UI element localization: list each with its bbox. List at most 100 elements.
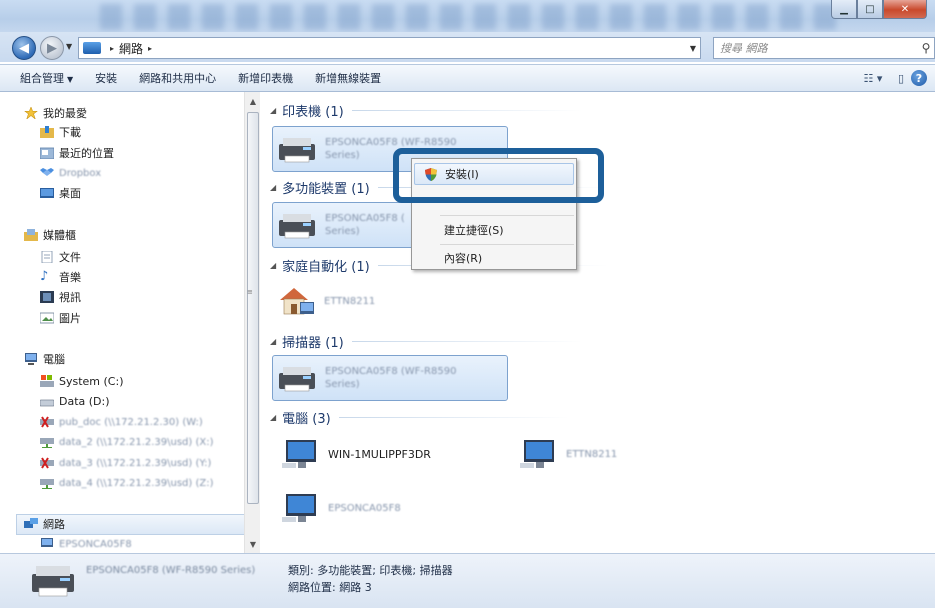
address-row: ◀ ▶ ▼ ▸ 網路 ▸ ▼ 搜尋 網路 ⚲: [0, 32, 935, 62]
collapse-triangle-icon[interactable]: ◢: [270, 106, 276, 115]
add-printer-button[interactable]: 新增印表機: [238, 70, 293, 86]
network-center-button[interactable]: 網路和共用中心: [139, 70, 216, 86]
sidebar-item-label: Data (D:): [59, 394, 110, 408]
window-controls: ▁ □ ✕: [831, 0, 927, 19]
scroll-up-icon[interactable]: ▲: [245, 94, 261, 110]
sidebar-computer[interactable]: 電腦: [24, 350, 65, 368]
collapse-triangle-icon[interactable]: ◢: [270, 413, 276, 422]
highlight-callout: [393, 148, 604, 203]
sidebar-item-system-drive[interactable]: System (C:): [40, 372, 124, 390]
title-bar: ▁ □ ✕: [0, 0, 935, 32]
breadcrumb-separator[interactable]: ▸: [110, 44, 114, 53]
search-icon[interactable]: ⚲: [918, 41, 934, 55]
sidebar-item-network-drive[interactable]: data_3 (\\172.21.2.39\usd) (Y:): [40, 454, 211, 472]
change-view-icon[interactable]: ☷ ▾: [863, 69, 883, 87]
sidebar-item-documents[interactable]: 文件: [40, 248, 81, 266]
forward-button[interactable]: ▶: [40, 36, 64, 60]
command-bar: 組合管理 ▼ 安裝 網路和共用中心 新增印表機 新增無線裝置 ☷ ▾ ▯ ?: [0, 64, 935, 92]
sidebar-item-label: 文件: [59, 251, 81, 264]
help-icon[interactable]: ?: [911, 70, 927, 86]
sidebar-favorites-label: 我的最愛: [43, 107, 87, 120]
sidebar-item-videos[interactable]: 視訊: [40, 288, 81, 306]
device-name: EPSONCA05F8 (WF-R8590 Series): [325, 365, 456, 391]
scroll-down-icon[interactable]: ▼: [245, 537, 261, 553]
context-menu-properties-label: 內容(R): [444, 252, 483, 265]
sidebar-item-data-drive[interactable]: Data (D:): [40, 392, 110, 410]
address-bar[interactable]: ▸ 網路 ▸ ▼: [78, 37, 701, 59]
sidebar-item-music[interactable]: ♪ 音樂: [40, 268, 81, 286]
collapse-triangle-icon[interactable]: ◢: [270, 261, 276, 270]
group-printers-label: 印表機 (1): [282, 105, 344, 120]
device-tile-computer[interactable]: EPSONCA05F8: [276, 485, 496, 531]
sidebar-item-downloads[interactable]: 下載: [40, 123, 81, 141]
sidebar-item-pictures[interactable]: 圖片: [40, 309, 81, 327]
install-button[interactable]: 安裝: [95, 70, 117, 86]
search-box[interactable]: 搜尋 網路 ⚲: [713, 37, 935, 59]
device-tile-computer[interactable]: ETTN8211: [514, 431, 714, 477]
maximize-button[interactable]: □: [857, 0, 883, 19]
device-name: EPSONCA05F8: [328, 502, 401, 514]
collapse-triangle-icon[interactable]: ◢: [270, 337, 276, 346]
sidebar-item-label: data_4 (\\172.21.2.39\usd) (Z:): [59, 477, 214, 489]
sidebar-item-recent[interactable]: 最近的位置: [40, 144, 114, 162]
sidebar-item-network-drive[interactable]: pub_doc (\\172.21.2.30) (W:): [40, 413, 203, 431]
videos-icon: [40, 291, 54, 303]
sidebar-favorites[interactable]: 我的最愛: [24, 104, 87, 122]
printer-icon: [279, 214, 315, 239]
sidebar-item-network-drive[interactable]: data_4 (\\172.21.2.39\usd) (Z:): [40, 474, 214, 492]
sidebar-item-dropbox[interactable]: Dropbox: [40, 164, 101, 182]
breadcrumb-separator[interactable]: ▸: [148, 44, 152, 53]
close-button[interactable]: ✕: [883, 0, 927, 19]
documents-icon: [41, 251, 53, 263]
dropbox-icon: [40, 168, 54, 176]
device-tile-computer[interactable]: WIN-1MULIPPF3DR: [276, 431, 496, 477]
forward-arrow-icon: ▶: [47, 40, 57, 56]
group-scanners[interactable]: ◢ 掃描器 (1): [270, 332, 582, 351]
add-wireless-device-button[interactable]: 新增無線裝置: [315, 70, 381, 86]
minimize-icon: ▁: [840, 3, 848, 15]
recent-pages-dropdown[interactable]: ▼: [66, 42, 72, 51]
disconnected-drive-icon: [40, 416, 54, 428]
sidebar-item-desktop[interactable]: 桌面: [40, 184, 81, 202]
sidebar-item-network-drive[interactable]: data_2 (\\172.21.2.39\usd) (X:): [40, 433, 214, 451]
view-controls: ☷ ▾ ▯ ?: [855, 69, 927, 87]
address-history-dropdown[interactable]: ▼: [690, 44, 696, 53]
group-multifunction-label: 多功能裝置 (1): [282, 182, 370, 197]
breadcrumb-network[interactable]: 網路: [119, 40, 143, 57]
sidebar-libraries[interactable]: 媒體櫃: [24, 226, 76, 244]
back-arrow-icon: ◀: [19, 40, 29, 56]
device-tile-scanner[interactable]: EPSONCA05F8 (WF-R8590 Series): [272, 355, 508, 401]
search-input[interactable]: 搜尋 網路: [720, 40, 918, 56]
network-drive-icon: [40, 479, 54, 489]
scrollbar-thumb[interactable]: [247, 112, 259, 504]
menu-separator: [440, 215, 574, 216]
context-menu-create-shortcut[interactable]: 建立捷徑(S): [414, 219, 574, 241]
preview-pane-icon[interactable]: ▯: [891, 69, 911, 87]
sidebar-item-epson[interactable]: EPSONCA05F8: [40, 535, 132, 553]
network-drive-icon: [40, 438, 54, 448]
sidebar-item-label: 圖片: [59, 312, 81, 325]
device-tile-home[interactable]: ETTN8211: [272, 278, 472, 324]
menu-separator: [440, 244, 574, 245]
organize-menu[interactable]: 組合管理 ▼: [20, 70, 73, 86]
recent-places-icon: [40, 147, 54, 159]
maximize-icon: □: [865, 3, 875, 15]
sidebar-item-label: 桌面: [59, 187, 81, 200]
minimize-button[interactable]: ▁: [831, 0, 857, 19]
device-name-line: EPSONCA05F8 (: [325, 213, 405, 224]
collapse-triangle-icon[interactable]: ◢: [270, 183, 276, 192]
disconnected-drive-icon: [40, 457, 54, 469]
sidebar-network[interactable]: 網路: [24, 515, 65, 533]
device-tile-multifunction[interactable]: EPSONCA05F8 ( Series): [272, 202, 422, 248]
group-divider: [338, 417, 569, 418]
group-printers[interactable]: ◢ 印表機 (1): [270, 101, 582, 120]
organize-label: 組合管理: [20, 72, 64, 85]
printer-icon: [32, 566, 74, 597]
context-menu-properties[interactable]: 內容(R): [414, 247, 574, 269]
navigation-scrollbar[interactable]: ▲ ≡ ▼: [244, 92, 260, 553]
group-computers[interactable]: ◢ 電腦 (3): [270, 408, 569, 427]
libraries-icon: [24, 229, 38, 241]
device-name-line: Series): [325, 226, 360, 237]
device-name: EPSONCA05F8 ( Series): [325, 212, 405, 238]
back-button[interactable]: ◀: [12, 36, 36, 60]
